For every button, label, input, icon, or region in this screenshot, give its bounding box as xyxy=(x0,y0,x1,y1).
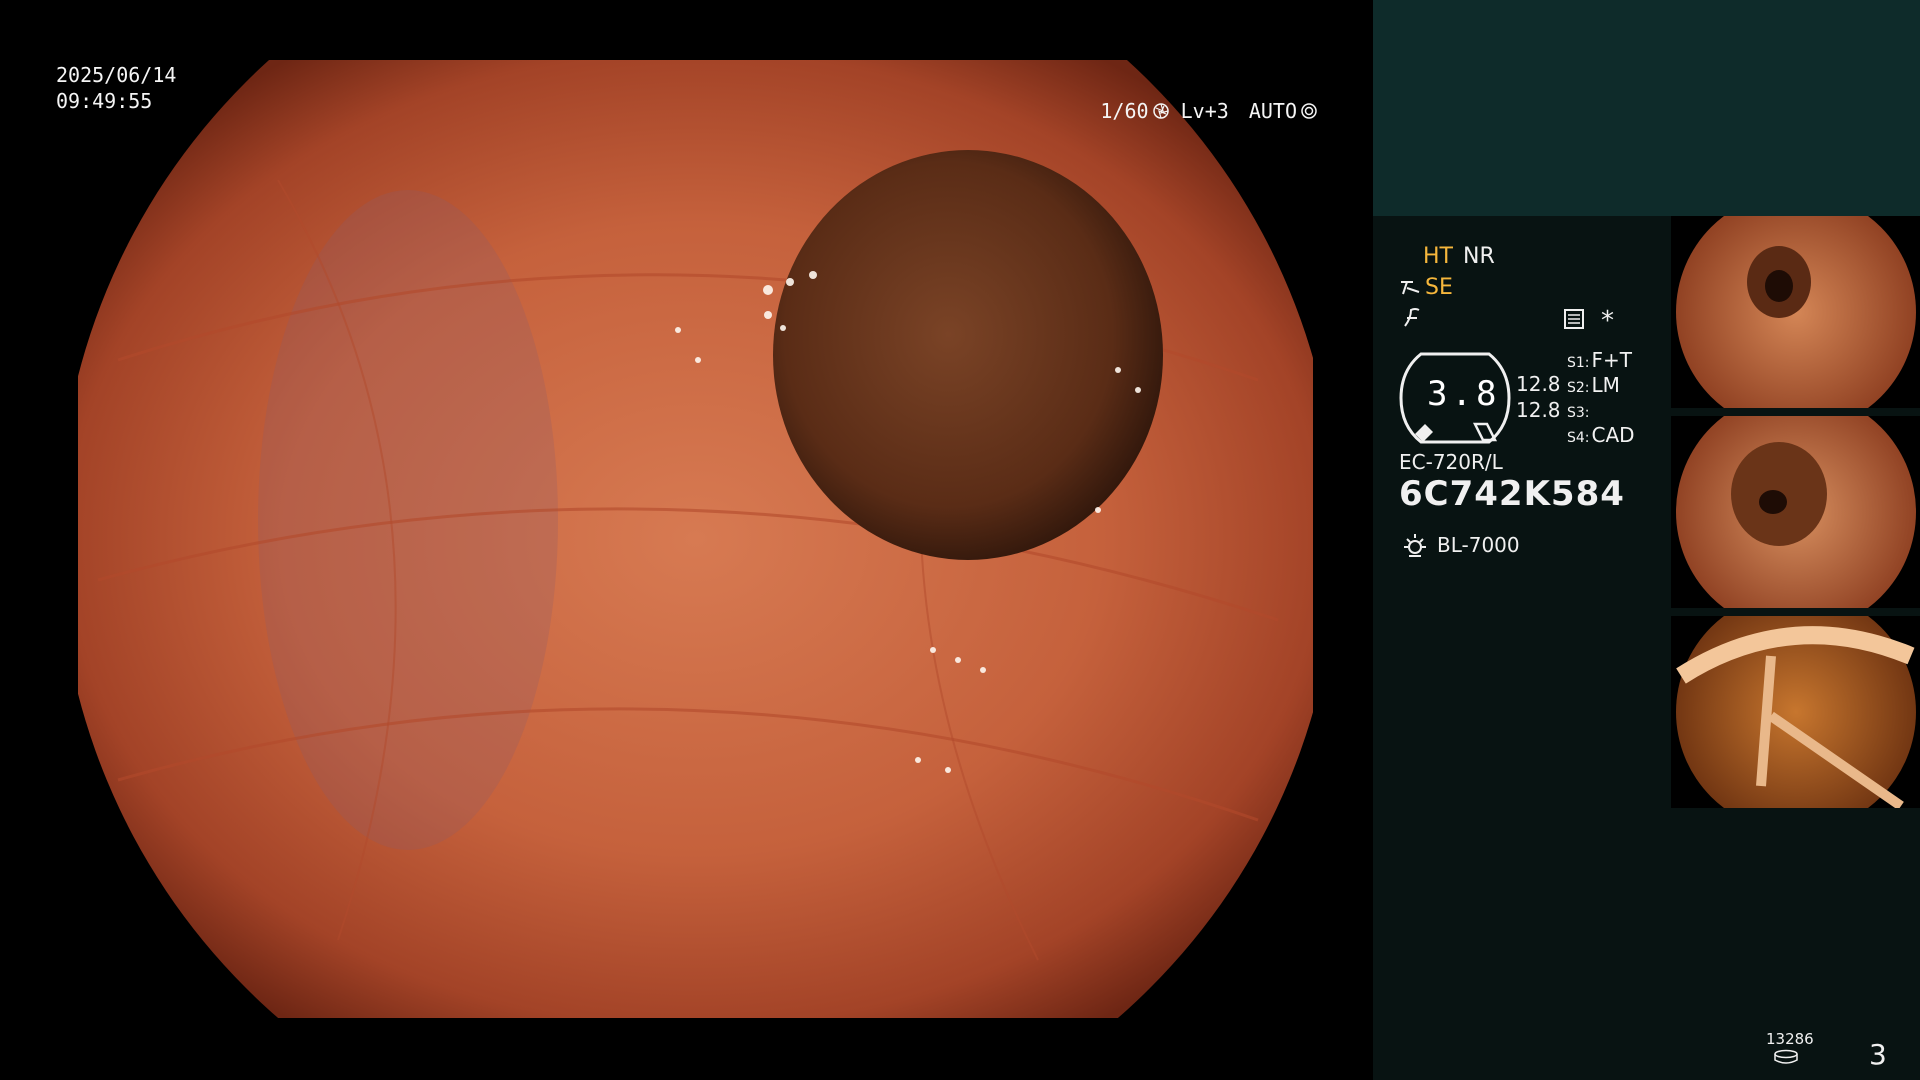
mode-se: SE xyxy=(1425,275,1453,300)
scope-serial: 6C742K584 xyxy=(1399,474,1625,514)
mode-label: AUTO xyxy=(1248,99,1297,123)
endoscope-image xyxy=(78,60,1313,1018)
switch-4: S4: CAD xyxy=(1567,423,1635,447)
filter-icon xyxy=(1404,308,1420,327)
asterisk-mark: * xyxy=(1601,306,1614,336)
timestamp: 2025/06/14 09:49:55 xyxy=(56,62,176,114)
record-count: 13286 xyxy=(1766,1030,1814,1048)
gauge-right-1: 12.8 xyxy=(1516,372,1561,396)
se-mode-icon xyxy=(1401,281,1420,295)
thumbnail-3[interactable] xyxy=(1671,616,1920,808)
light-source-icon xyxy=(1404,534,1426,557)
video-area: 2025/06/14 09:49:55 1/60 Lv+3 AUTO xyxy=(0,0,1373,1080)
iris-icon xyxy=(1301,103,1317,119)
switch-3: S3: xyxy=(1567,405,1590,421)
date-label: 2025/06/14 xyxy=(56,63,177,87)
switch-1: S1: F+T xyxy=(1567,348,1632,372)
mode-nr: NR xyxy=(1463,244,1495,269)
shutter-label: 1/60 xyxy=(1100,99,1149,123)
panel-header-block xyxy=(1373,0,1920,216)
gauge-value: 3.8 xyxy=(1427,374,1501,414)
gauge-right-2: 12.8 xyxy=(1516,398,1561,422)
shutter-icon xyxy=(1152,103,1169,119)
switch-2: S2: LM xyxy=(1567,373,1620,397)
level-label: Lv+3 xyxy=(1180,99,1229,123)
record-stack-icon xyxy=(1774,1049,1798,1064)
mode-ht: HT xyxy=(1423,244,1453,269)
exposure-info: 1/60 Lv+3 AUTO xyxy=(1100,98,1317,124)
scope-model: EC-720R/L xyxy=(1399,450,1503,474)
settings-icon xyxy=(1564,309,1584,329)
page-number: 3 xyxy=(1869,1038,1887,1071)
info-panel: HT NR SE * 3.8 12.8 12.8 S1: F+T S2: LM S3… xyxy=(1373,0,1920,1080)
time-label: 09:49:55 xyxy=(56,89,153,113)
thumbnail-1[interactable] xyxy=(1671,216,1920,408)
light-source: BL-7000 xyxy=(1437,533,1520,557)
thumbnail-2[interactable] xyxy=(1671,416,1920,608)
